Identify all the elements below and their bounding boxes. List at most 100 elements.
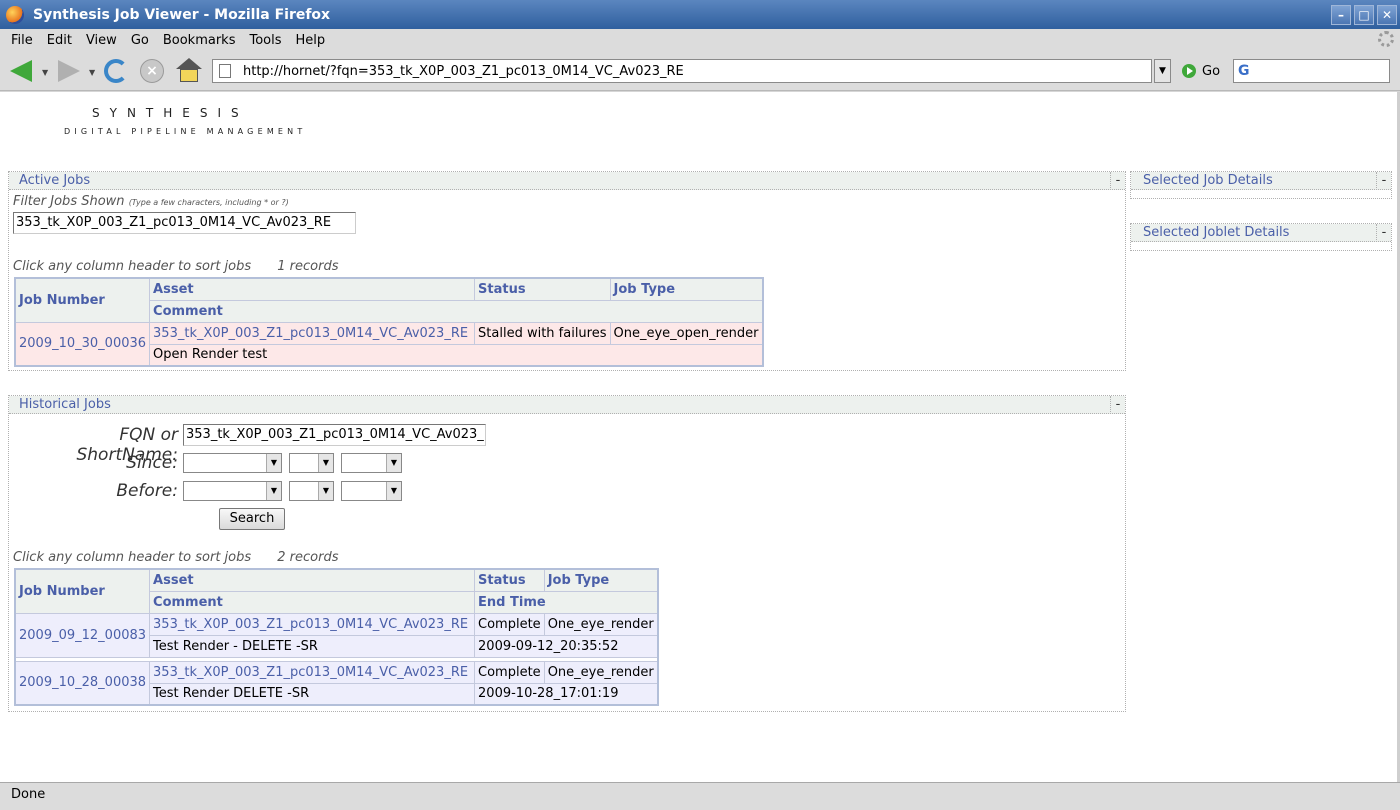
since-hour-select[interactable]: ▼ — [289, 453, 334, 473]
selected-joblet-details-collapse-button[interactable]: - — [1376, 224, 1391, 242]
selected-job-details-header: Selected Job Details - — [1131, 172, 1391, 190]
job-status: Complete — [474, 660, 545, 684]
historical-sort-hint: Click any column header to sort jobs 2 r… — [13, 550, 339, 565]
table-row[interactable]: 2009_10_30_00036 353_tk_X0P_003_Z1_pc013… — [14, 321, 764, 367]
go-label: Go — [1202, 63, 1221, 79]
chevron-down-icon: ▼ — [318, 454, 333, 472]
table-row[interactable]: 2009_09_12_00083 353_tk_X0P_003_Z1_pc013… — [14, 612, 659, 658]
job-status: Stalled with failures — [474, 321, 611, 345]
page-icon — [219, 64, 231, 78]
col-asset[interactable]: Asset — [149, 568, 476, 592]
before-hour-select[interactable]: ▼ — [289, 481, 334, 501]
col-end-time[interactable]: End Time — [474, 590, 659, 614]
reload-icon[interactable] — [104, 59, 128, 83]
job-number-link[interactable]: 2009_10_28_00038 — [14, 660, 151, 706]
col-status[interactable]: Status — [474, 277, 611, 301]
back-history-dropdown-icon[interactable]: ▼ — [42, 68, 48, 77]
stop-icon[interactable]: × — [140, 59, 164, 83]
since-label: Since: — [126, 453, 178, 473]
menu-bar: File Edit View Go Bookmarks Tools Help — [0, 29, 1400, 51]
filter-label: Filter Jobs Shown (Type a few characters… — [13, 194, 289, 209]
historical-jobs-collapse-button[interactable]: - — [1110, 396, 1125, 414]
selected-job-details-title: Selected Job Details — [1143, 173, 1273, 188]
filter-hint: (Type a few characters, including * or ?… — [128, 198, 289, 207]
status-bar: Done — [0, 782, 1400, 810]
forward-history-dropdown-icon[interactable]: ▼ — [89, 68, 95, 77]
chevron-down-icon: ▼ — [386, 482, 401, 500]
selected-joblet-details-header: Selected Joblet Details - — [1131, 224, 1391, 242]
historical-record-count: 2 records — [277, 550, 339, 565]
since-date-select[interactable]: ▼ — [183, 453, 282, 473]
back-icon[interactable] — [10, 60, 32, 82]
col-comment[interactable]: Comment — [149, 299, 764, 323]
job-status: Complete — [474, 612, 545, 636]
before-minute-select[interactable]: ▼ — [341, 481, 402, 501]
col-job-number[interactable]: Job Number — [14, 277, 151, 323]
job-type: One_eye_render — [543, 612, 659, 636]
historical-jobs-title: Historical Jobs — [19, 397, 111, 412]
minimize-button[interactable]: – — [1331, 4, 1351, 25]
filter-label-text: Filter Jobs Shown — [13, 194, 125, 209]
go-button[interactable]: Go — [1182, 61, 1220, 81]
since-minute-select[interactable]: ▼ — [341, 453, 402, 473]
job-type: One_eye_open_render — [609, 321, 764, 345]
table-header-row: Job Number Asset Status Job Type — [14, 568, 659, 614]
url-bar[interactable]: http://hornet/?fqn=353_tk_X0P_003_Z1_pc0… — [212, 59, 1152, 83]
throbber-icon — [1378, 31, 1394, 47]
chevron-down-icon: ▼ — [318, 482, 333, 500]
historical-jobs-panel: Historical Jobs - FQN or ShortName: 353_… — [8, 395, 1126, 712]
menu-go[interactable]: Go — [124, 33, 156, 48]
selected-joblet-details-panel: Selected Joblet Details - — [1130, 223, 1392, 251]
active-jobs-collapse-button[interactable]: - — [1110, 172, 1125, 190]
active-jobs-title: Active Jobs — [19, 173, 91, 188]
url-text: http://hornet/?fqn=353_tk_X0P_003_Z1_pc0… — [243, 63, 684, 79]
fqn-input[interactable]: 353_tk_X0P_003_Z1_pc013_0M14_VC_Av023_RE — [183, 424, 486, 446]
job-end-time: 2009-09-12_20:35:52 — [474, 634, 659, 658]
chevron-down-icon: ▼ — [266, 482, 281, 500]
search-button[interactable]: Search — [219, 508, 285, 530]
before-label: Before: — [116, 481, 178, 501]
close-button[interactable]: ✕ — [1377, 4, 1397, 25]
col-job-type[interactable]: Job Type — [609, 277, 764, 301]
logo-subtitle: DIGITAL PIPELINE MANAGEMENT — [64, 127, 307, 136]
col-asset[interactable]: Asset — [149, 277, 476, 301]
job-number-link[interactable]: 2009_10_30_00036 — [14, 321, 151, 367]
page-content: SYNTHESIS DIGITAL PIPELINE MANAGEMENT Ac… — [0, 92, 1397, 782]
col-job-number[interactable]: Job Number — [14, 568, 151, 614]
active-jobs-header: Active Jobs - — [9, 172, 1125, 190]
active-record-count: 1 records — [277, 259, 339, 274]
historical-sort-hint-text: Click any column header to sort jobs — [13, 550, 252, 565]
synthesis-logo: SYNTHESIS DIGITAL PIPELINE MANAGEMENT — [64, 106, 306, 136]
google-icon: G — [1238, 63, 1250, 79]
menu-tools[interactable]: Tools — [242, 33, 288, 48]
menu-bookmarks[interactable]: Bookmarks — [156, 33, 243, 48]
col-job-type[interactable]: Job Type — [543, 568, 659, 592]
asset-link[interactable]: 353_tk_X0P_003_Z1_pc013_0M14_VC_Av023_RE — [149, 321, 476, 345]
table-row[interactable]: 2009_10_28_00038 353_tk_X0P_003_Z1_pc013… — [14, 660, 659, 706]
home-icon[interactable] — [176, 58, 202, 84]
job-comment: Open Render test — [149, 343, 764, 367]
historical-jobs-header: Historical Jobs - — [9, 396, 1125, 414]
url-history-dropdown-icon[interactable]: ▼ — [1154, 59, 1171, 83]
col-comment[interactable]: Comment — [149, 590, 476, 614]
chevron-down-icon: ▼ — [266, 454, 281, 472]
job-type: One_eye_render — [543, 660, 659, 684]
maximize-button[interactable]: □ — [1354, 4, 1374, 25]
asset-link[interactable]: 353_tk_X0P_003_Z1_pc013_0M14_VC_Av023_RE — [149, 660, 476, 684]
menu-file[interactable]: File — [4, 33, 40, 48]
forward-icon[interactable] — [58, 60, 80, 82]
window-title: Synthesis Job Viewer - Mozilla Firefox — [33, 6, 331, 23]
active-jobs-table: Job Number Asset Status Job Type Comment… — [14, 277, 764, 367]
asset-link[interactable]: 353_tk_X0P_003_Z1_pc013_0M14_VC_Av023_RE — [149, 612, 476, 636]
filter-jobs-input[interactable]: 353_tk_X0P_003_Z1_pc013_0M14_VC_Av023_RE — [13, 212, 356, 234]
menu-help[interactable]: Help — [289, 33, 333, 48]
before-date-select[interactable]: ▼ — [183, 481, 282, 501]
logo-title: SYNTHESIS — [92, 106, 249, 120]
job-number-link[interactable]: 2009_09_12_00083 — [14, 612, 151, 658]
active-jobs-panel: Active Jobs - Filter Jobs Shown (Type a … — [8, 171, 1126, 371]
web-search-input[interactable]: G — [1233, 59, 1390, 83]
col-status[interactable]: Status — [474, 568, 545, 592]
menu-view[interactable]: View — [79, 33, 124, 48]
menu-edit[interactable]: Edit — [40, 33, 79, 48]
selected-job-details-collapse-button[interactable]: - — [1376, 172, 1391, 190]
